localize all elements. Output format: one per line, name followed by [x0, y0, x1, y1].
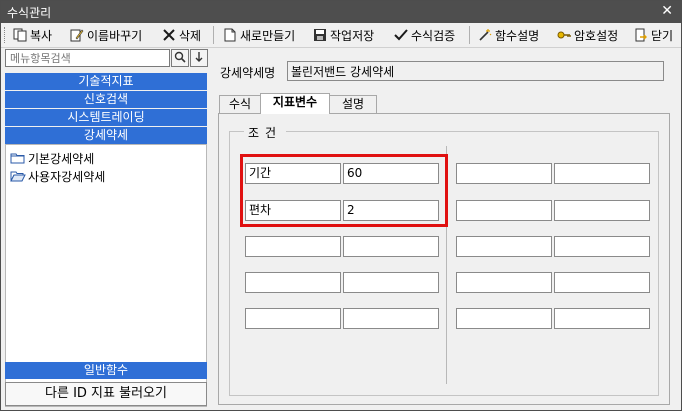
rename-button[interactable]: 이름바꾸기 — [70, 26, 142, 44]
variable-name-field[interactable] — [245, 236, 341, 257]
save-button[interactable]: 작업저장 — [313, 26, 374, 44]
variable-name-field[interactable] — [456, 272, 552, 293]
verify-button[interactable]: 수식검증 — [394, 26, 455, 44]
search-button[interactable] — [171, 49, 189, 67]
checkmark-icon — [394, 28, 408, 42]
variable-name-field[interactable] — [456, 236, 552, 257]
tab-indicator-variables[interactable]: 지표변수 — [260, 93, 330, 114]
variable-name-field[interactable] — [456, 200, 552, 221]
save-label: 작업저장 — [330, 28, 375, 43]
folder-icon — [10, 151, 25, 165]
variable-value-field[interactable] — [554, 236, 650, 257]
category-general-function[interactable]: 일반함수 — [5, 362, 207, 379]
toolbar-separator — [213, 26, 214, 44]
variable-value-field[interactable]: 2 — [343, 200, 439, 221]
copy-button[interactable]: 복사 — [13, 26, 52, 44]
search-icon — [174, 51, 186, 66]
condition-group: 조건 기간 60 편차 2 — [229, 124, 659, 396]
password-button[interactable]: 암호설정 — [557, 26, 618, 44]
formula-manager-window: 수식관리 ✕ 복사 이름바꾸기 삭제 새로만들기 작업저장 수식검증 함수설명 … — [0, 0, 682, 411]
load-other-id-button[interactable]: 다른 ID 지표 불러오기 — [5, 382, 207, 406]
close-button[interactable]: 닫기 — [634, 26, 673, 44]
toolbar-separator — [469, 26, 470, 44]
variable-name-field[interactable] — [456, 163, 552, 184]
variable-name-field[interactable]: 기간 — [245, 163, 341, 184]
function-description-button[interactable]: 함수설명 — [478, 26, 539, 44]
search-next-button[interactable] — [190, 49, 208, 67]
copy-label: 복사 — [30, 28, 53, 43]
delete-button[interactable]: 삭제 — [162, 26, 201, 44]
variable-name-field[interactable] — [245, 308, 341, 329]
tree-item-label: 기본강세약세 — [28, 151, 95, 166]
variable-value-field[interactable] — [554, 308, 650, 329]
variables-panel: 조건 기간 60 편차 2 — [218, 113, 670, 405]
window-title: 수식관리 — [7, 6, 52, 20]
variable-value-field[interactable] — [343, 272, 439, 293]
magic-wand-icon — [478, 28, 492, 42]
verify-label: 수식검증 — [411, 28, 456, 43]
variable-value-field[interactable] — [343, 308, 439, 329]
delete-x-icon — [162, 28, 176, 42]
exit-door-icon — [634, 28, 648, 42]
folder-open-icon — [10, 169, 26, 183]
tree-item-user[interactable]: 사용자강세약세 — [10, 167, 105, 185]
title-bar: 수식관리 ✕ — [1, 1, 681, 23]
editor-panel: 강세약세명 볼린저밴드 강세약세 수식 지표변수 설명 조건 기간 60 편차 … — [215, 49, 679, 407]
toolbar-grip — [4, 27, 7, 43]
variable-value-field[interactable]: 60 — [343, 163, 439, 184]
toolbar: 복사 이름바꾸기 삭제 새로만들기 작업저장 수식검증 함수설명 암호설정 닫기 — [1, 23, 681, 48]
condition-group-title: 조건 — [244, 124, 287, 141]
menu-panel: 기술적지표 신호검색 시스템트레이딩 강세약세 기본강세약세 사용자강세약세 일… — [5, 49, 210, 407]
tree-item-label: 사용자강세약세 — [28, 169, 106, 184]
indicator-name-field[interactable]: 볼린저밴드 강세약세 — [287, 61, 664, 81]
variable-value-field[interactable] — [554, 200, 650, 221]
delete-label: 삭제 — [179, 28, 202, 43]
variable-name-field[interactable]: 편차 — [245, 200, 341, 221]
category-signal-search[interactable]: 신호검색 — [5, 91, 207, 108]
variable-name-field[interactable] — [245, 272, 341, 293]
function-description-label: 함수설명 — [495, 28, 540, 43]
arrow-down-icon — [194, 51, 204, 66]
column-divider — [446, 146, 447, 384]
menu-search-input[interactable] — [5, 49, 170, 67]
save-disk-icon — [313, 28, 327, 42]
new-document-icon — [223, 28, 237, 42]
tree-item-basic[interactable]: 기본강세약세 — [10, 149, 94, 167]
rename-label: 이름바꾸기 — [87, 28, 143, 43]
new-button[interactable]: 새로만들기 — [223, 26, 295, 44]
category-system-trading[interactable]: 시스템트레이딩 — [5, 109, 207, 126]
variable-value-field[interactable] — [554, 272, 650, 293]
tab-description[interactable]: 설명 — [329, 95, 377, 113]
key-icon — [557, 28, 571, 42]
rename-icon — [70, 28, 84, 42]
close-label: 닫기 — [651, 28, 674, 43]
tab-formula[interactable]: 수식 — [219, 95, 261, 113]
variable-value-field[interactable] — [554, 163, 650, 184]
copy-icon — [13, 28, 27, 42]
close-icon[interactable]: ✕ — [661, 3, 673, 19]
category-technical-indicator[interactable]: 기술적지표 — [5, 73, 207, 90]
new-label: 새로만들기 — [240, 28, 296, 43]
category-strength-weakness[interactable]: 강세약세 — [5, 127, 207, 144]
password-label: 암호설정 — [574, 28, 619, 43]
variable-name-field[interactable] — [456, 308, 552, 329]
variable-value-field[interactable] — [343, 236, 439, 257]
indicator-name-label: 강세약세명 — [220, 66, 276, 80]
